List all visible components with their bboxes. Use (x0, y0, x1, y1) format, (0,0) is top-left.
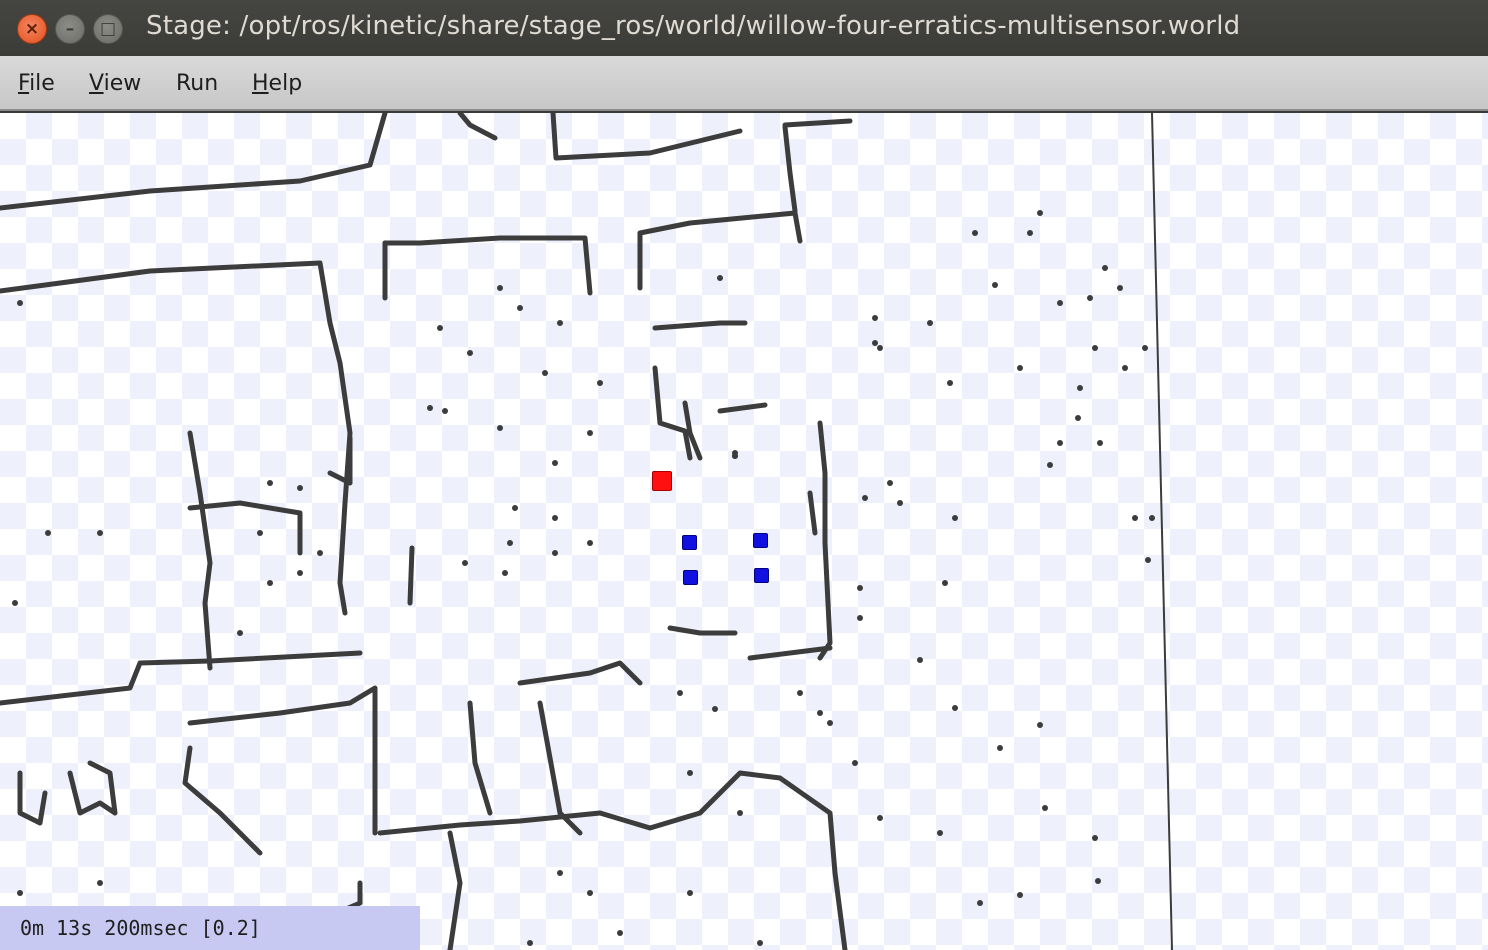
wall (550, 113, 743, 161)
scan-points (12, 210, 1155, 946)
close-icon[interactable]: × (17, 14, 47, 44)
window-title: Stage: /opt/ros/kinetic/share/stage_ros/… (146, 11, 1241, 41)
menubar: File View Run Help (0, 56, 1488, 111)
red-robot[interactable] (652, 471, 672, 491)
menu-help[interactable]: Help (252, 71, 302, 96)
world-canvas[interactable]: 0m 13s 200msec [0.2] (0, 113, 1488, 950)
menu-file[interactable]: File (18, 71, 55, 96)
map-boundary-line (1151, 113, 1173, 950)
window-titlebar[interactable]: × – □ Stage: /opt/ros/kinetic/share/stag… (0, 0, 1488, 56)
status-bar: 0m 13s 200msec [0.2] (0, 906, 420, 950)
blue-robot-2[interactable] (753, 533, 768, 548)
blue-robot-4[interactable] (754, 568, 769, 583)
world-map (0, 113, 1173, 950)
blue-robot-1[interactable] (682, 535, 697, 550)
menu-view[interactable]: View (89, 71, 141, 96)
minimize-icon[interactable]: – (55, 14, 85, 44)
menu-run[interactable]: Run (176, 71, 218, 96)
wall (0, 113, 388, 211)
blue-robot-3[interactable] (683, 570, 698, 585)
maximize-icon[interactable]: □ (93, 14, 123, 44)
